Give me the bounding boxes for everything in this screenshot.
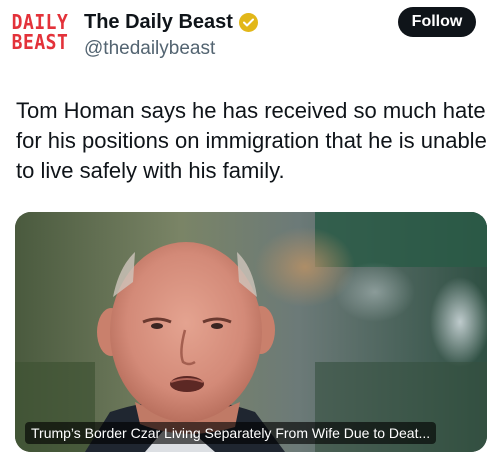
author-display-name[interactable]: The Daily Beast bbox=[84, 11, 233, 34]
link-preview-card[interactable]: Trump’s Border Czar Living Separately Fr… bbox=[15, 212, 487, 452]
follow-button[interactable]: Follow bbox=[398, 7, 476, 37]
author-handle[interactable]: @thedailybeast bbox=[84, 38, 215, 60]
avatar-text-line-2: BEAST bbox=[11, 30, 69, 55]
avatar[interactable]: DAILY BEAST bbox=[11, 10, 69, 56]
post-text: Tom Homan says he has received so much h… bbox=[16, 98, 487, 183]
link-card-headline[interactable]: Trump’s Border Czar Living Separately Fr… bbox=[25, 422, 437, 444]
verified-badge-icon[interactable] bbox=[238, 13, 258, 32]
post: DAILY BEAST The Daily Beast @thedailybea… bbox=[0, 0, 501, 460]
preview-image bbox=[15, 212, 487, 452]
author-name-row: The Daily Beast bbox=[84, 11, 258, 34]
